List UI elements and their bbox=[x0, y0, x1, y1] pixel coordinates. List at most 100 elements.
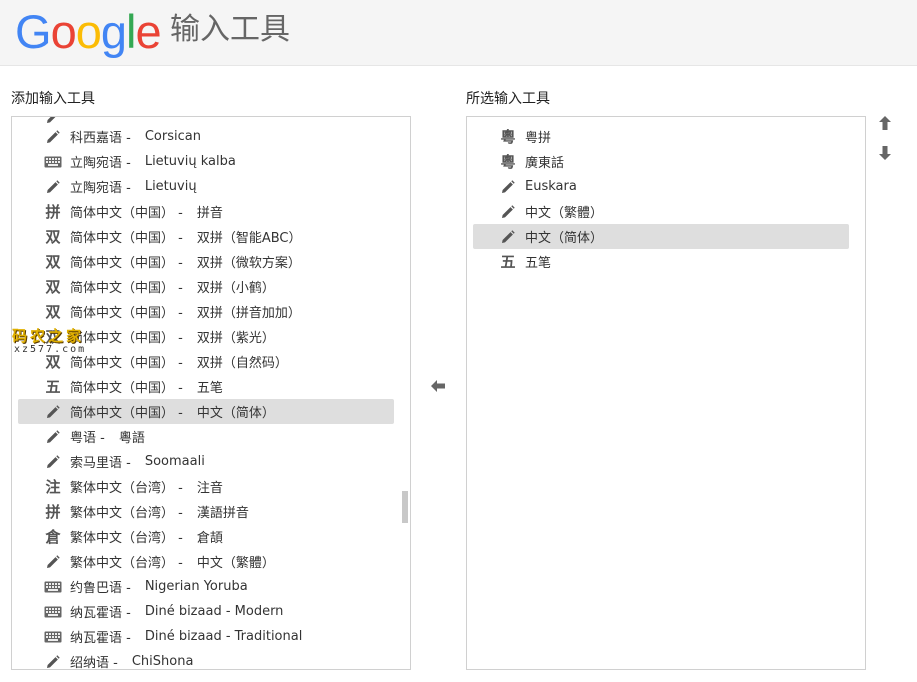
add-tool-arrow-button[interactable] bbox=[428, 376, 448, 396]
input-method-name: 漢語拼音 bbox=[196, 506, 249, 521]
move-down-button[interactable] bbox=[875, 143, 895, 163]
input-tool-item[interactable]: 科西嘉语 - Corsican bbox=[18, 124, 394, 149]
logo-letter: g bbox=[100, 5, 127, 58]
language-name: 简体中文（中国） - bbox=[70, 206, 183, 221]
input-tool-item[interactable]: 双简体中文（中国） - 双拼（智能ABC） bbox=[18, 224, 394, 249]
input-method-name: 中文（简体） bbox=[525, 231, 604, 246]
input-tool-item[interactable]: 双简体中文（中国） - 双拼（小鹤） bbox=[18, 274, 394, 299]
logo-letter: e bbox=[135, 5, 161, 58]
language-name: 繁体中文（台湾） - bbox=[70, 531, 183, 546]
input-tool-item[interactable]: 粤语 - 粵語 bbox=[18, 424, 394, 449]
language-name: 简体中文（中国） - bbox=[70, 331, 183, 346]
selected-tools-list[interactable]: 粵粤拼粵廣東話 Euskara 中文（繁體） 中文（简体） 五五笔 bbox=[466, 116, 866, 670]
selected-tool-item[interactable]: 粵粤拼 bbox=[473, 124, 849, 149]
language-name: 立陶宛语 - bbox=[70, 181, 131, 196]
input-tool-item[interactable]: 注繁体中文（台湾） - 注音 bbox=[18, 474, 394, 499]
ime-glyph-icon: 五 bbox=[500, 253, 516, 271]
keyboard-icon bbox=[43, 156, 63, 168]
language-name: 简体中文（中国） - bbox=[70, 406, 183, 421]
arrow-left-icon bbox=[431, 380, 445, 392]
selected-tool-item[interactable]: 中文（繁體） bbox=[473, 199, 849, 224]
pencil-icon bbox=[43, 654, 63, 669]
input-method-name: Diné bizaad - Modern bbox=[144, 604, 284, 619]
ime-glyph-icon: 倉 bbox=[45, 528, 61, 546]
language-name: 纳瓦霍语 - bbox=[70, 606, 131, 621]
language-name: 简体中文（中国） - bbox=[70, 256, 183, 271]
selected-tool-item[interactable]: 粵廣東話 bbox=[473, 149, 849, 174]
ime-glyph-icon: 粵 bbox=[500, 128, 516, 146]
ime-glyph-icon: 拼 bbox=[45, 503, 61, 521]
input-tool-item[interactable]: 纳瓦霍语 - Diné bizaad - Traditional bbox=[18, 624, 394, 649]
scrollbar-thumb[interactable] bbox=[402, 491, 408, 523]
input-tool-item[interactable]: 简体中文（中国） - 中文（简体） bbox=[18, 399, 394, 424]
input-tool-item[interactable]: 约鲁巴语 - Nigerian Yoruba bbox=[18, 574, 394, 599]
input-method-name: 五笔 bbox=[525, 256, 552, 271]
pencil-icon bbox=[43, 404, 63, 419]
language-name: 繁体中文（台湾） - bbox=[70, 506, 183, 521]
header-bar: Google 输入工具 bbox=[0, 0, 917, 66]
input-tool-item[interactable]: 索马里语 - Soomaali bbox=[18, 449, 394, 474]
input-method-name: ChiShona bbox=[131, 654, 194, 669]
language-name: 纳瓦霍语 - bbox=[70, 631, 131, 646]
move-up-button[interactable] bbox=[875, 113, 895, 133]
pencil-icon bbox=[498, 204, 518, 219]
input-method-name: 倉頡 bbox=[196, 531, 223, 546]
pencil-icon bbox=[498, 229, 518, 244]
input-tool-item[interactable]: 倉繁体中文（台湾） - 倉頡 bbox=[18, 524, 394, 549]
input-tool-item[interactable]: 立陶宛语 - Lietuvių kalba bbox=[18, 149, 394, 174]
input-method-name: 双拼（自然码） bbox=[196, 356, 288, 371]
input-tool-item[interactable]: 拼简体中文（中国） - 拼音 bbox=[18, 199, 394, 224]
google-logo: Google bbox=[15, 4, 162, 60]
language-name: 简体中文（中国） - bbox=[70, 306, 183, 321]
input-tool-item[interactable]: 双简体中文（中国） - 双拼（微软方案） bbox=[18, 249, 394, 274]
language-name: 简体中文（中国） - bbox=[70, 356, 183, 371]
add-input-tools-label: 添加输入工具 bbox=[11, 91, 95, 107]
keyboard-icon bbox=[43, 631, 63, 643]
watermark-title: 码农之家 bbox=[12, 327, 85, 345]
input-method-name: 粵語 bbox=[118, 431, 145, 446]
ime-glyph-icon: 粵 bbox=[500, 153, 516, 171]
input-method-name: 五笔 bbox=[196, 381, 223, 396]
language-name: 绍纳语 - bbox=[70, 656, 118, 670]
ime-glyph-icon: 五 bbox=[45, 378, 61, 396]
ime-glyph-icon: 拼 bbox=[45, 203, 61, 221]
available-tools-list[interactable]: 科西嘉语 - Corsican 立陶宛语 - Lietuvių kalba 立陶宛语 -… bbox=[11, 116, 411, 670]
ime-glyph-icon: 双 bbox=[45, 303, 61, 321]
selected-input-tools-label: 所选输入工具 bbox=[466, 91, 550, 107]
input-method-name: 双拼（小鹤） bbox=[196, 281, 275, 296]
input-method-name: 双拼（紫光） bbox=[196, 331, 275, 346]
input-method-name: 中文（繁體） bbox=[196, 556, 275, 571]
language-name: 科西嘉语 - bbox=[70, 131, 131, 146]
input-tool-item[interactable]: 五简体中文（中国） - 五笔 bbox=[18, 374, 394, 399]
logo-letter: o bbox=[50, 5, 77, 58]
input-tool-item[interactable]: 绍纳语 - ChiShona bbox=[18, 649, 394, 670]
language-name: 繁体中文（台湾） - bbox=[70, 481, 183, 496]
pencil-icon bbox=[43, 454, 63, 469]
ime-glyph-icon: 双 bbox=[45, 253, 61, 271]
language-name: 约鲁巴语 - bbox=[70, 581, 131, 596]
input-tool-item[interactable]: 纳瓦霍语 - Diné bizaad - Modern bbox=[18, 599, 394, 624]
ime-glyph-icon: 双 bbox=[45, 228, 61, 246]
selected-tool-item[interactable]: 五五笔 bbox=[473, 249, 849, 274]
input-tool-item[interactable]: 双简体中文（中国） - 双拼（拼音加加） bbox=[18, 299, 394, 324]
input-method-name: 双拼（智能ABC） bbox=[196, 231, 302, 246]
keyboard-icon bbox=[43, 606, 63, 618]
input-tool-item[interactable]: 立陶宛语 - Lietuvių bbox=[18, 174, 394, 199]
language-name: 粤语 - bbox=[70, 431, 105, 446]
input-method-name: 双拼（拼音加加） bbox=[196, 306, 301, 321]
selected-tool-item[interactable]: Euskara bbox=[473, 174, 849, 199]
input-method-name: 中文（简体） bbox=[196, 406, 275, 421]
input-method-name: 廣東話 bbox=[525, 156, 565, 171]
pencil-icon bbox=[43, 117, 63, 124]
language-name: 索马里语 - bbox=[70, 456, 131, 471]
input-method-name: Lietuvių kalba bbox=[144, 154, 236, 169]
language-name: 简体中文（中国） - bbox=[70, 381, 183, 396]
input-tool-item[interactable]: 繁体中文（台湾） - 中文（繁體） bbox=[18, 549, 394, 574]
language-name: 简体中文（中国） - bbox=[70, 231, 183, 246]
pencil-icon bbox=[43, 129, 63, 144]
ime-glyph-icon: 双 bbox=[45, 278, 61, 296]
input-tool-item[interactable]: 拼繁体中文（台湾） - 漢語拼音 bbox=[18, 499, 394, 524]
selected-tool-item[interactable]: 中文（简体） bbox=[473, 224, 849, 249]
input-method-name: 注音 bbox=[196, 481, 223, 496]
language-name: 简体中文（中国） - bbox=[70, 281, 183, 296]
